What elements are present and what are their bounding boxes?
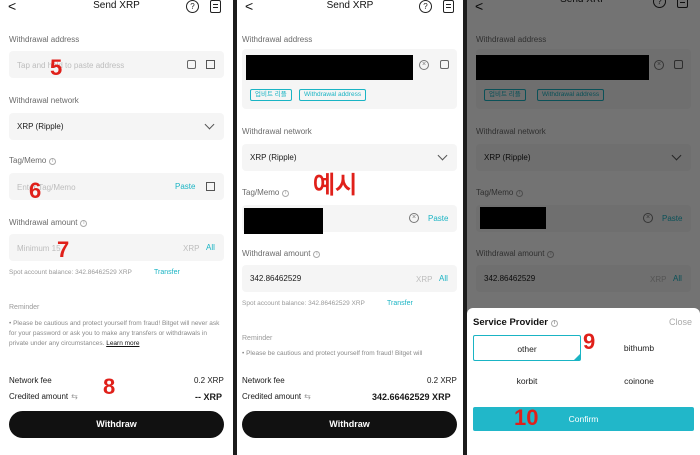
transfer-link[interactable]: Transfer — [387, 300, 413, 307]
clear-icon[interactable]: × — [409, 213, 419, 223]
tag-memo-label: Tag/Memoi — [242, 188, 290, 197]
credited-amount-label: Credited amount ⇆ — [9, 392, 78, 401]
withdraw-button[interactable]: Withdraw — [242, 411, 457, 438]
info-icon: i — [551, 320, 558, 327]
redacted-tag — [244, 208, 323, 234]
header: < Send XRP ? — [0, 0, 233, 16]
confirm-button[interactable]: Confirm — [473, 407, 694, 431]
info-icon: i — [282, 190, 290, 197]
reminder-title: Reminder — [9, 304, 40, 311]
withdrawal-address-label: Withdrawal address — [9, 35, 80, 44]
amount-value: 342.86462529 — [250, 274, 302, 283]
annotation-9: 9 — [583, 329, 596, 354]
address-input[interactable]: × 업비트 리플 Withdrawal address — [242, 49, 457, 109]
paste-button[interactable]: Paste — [175, 182, 195, 191]
provider-option-other[interactable]: other — [473, 335, 581, 361]
panel-service-provider: < Send XRP ? Withdrawal address × 업비트 리플… — [467, 0, 700, 455]
annotation-7: 7 — [57, 237, 70, 262]
withdrawal-network-label: Withdrawal network — [9, 96, 79, 105]
info-icon: i — [313, 251, 321, 258]
tag-input[interactable]: × Paste — [242, 205, 457, 234]
chevron-down-icon — [204, 119, 215, 130]
withdrawal-address-label: Withdrawal address — [242, 35, 313, 44]
address-input[interactable]: Tap and hold to paste address — [9, 51, 224, 78]
withdrawal-amount-label: Withdrawal amounti — [9, 218, 88, 227]
close-button[interactable]: Close — [669, 317, 692, 327]
annotation-8: 8 — [103, 374, 116, 399]
scan-icon[interactable] — [206, 182, 215, 191]
service-provider-title: Service Provider i — [473, 317, 558, 328]
tag-placeholder: Enter Tag/Memo — [17, 183, 76, 192]
address-book-icon[interactable] — [187, 60, 196, 69]
panel-empty-form: < Send XRP ? Withdrawal address Tap and … — [0, 0, 233, 455]
screenshot-composite: < Send XRP ? Withdrawal address Tap and … — [0, 0, 700, 455]
amount-input[interactable]: 342.86462529 XRP All — [242, 265, 457, 292]
credited-amount-value: 342.66462529 XRP — [372, 392, 451, 402]
panel-filled-example: < Send XRP ? Withdrawal address × 업비트 리플… — [237, 0, 463, 455]
balance-text: Spot account balance: 342.86462529 XRP — [242, 300, 365, 307]
tag-input[interactable]: Enter Tag/Memo Paste — [9, 173, 224, 200]
swap-icon: ⇆ — [71, 392, 78, 401]
record-icon[interactable] — [210, 0, 221, 13]
record-icon[interactable] — [443, 0, 454, 13]
paste-button[interactable]: Paste — [428, 214, 448, 223]
network-value: XRP (Ripple) — [250, 153, 297, 162]
provider-option-korbit[interactable]: korbit — [473, 368, 581, 394]
all-button[interactable]: All — [439, 274, 448, 283]
network-select[interactable]: XRP (Ripple) — [9, 113, 224, 140]
reminder-title: Reminder — [242, 335, 273, 342]
help-icon[interactable]: ? — [186, 0, 199, 13]
network-fee-value: 0.2 XRP — [427, 376, 457, 385]
annotation-5: 5 — [50, 55, 63, 80]
header: < Send XRP ? — [237, 0, 463, 16]
help-icon[interactable]: ? — [419, 0, 432, 13]
clear-icon[interactable]: × — [419, 60, 429, 70]
chevron-down-icon — [437, 150, 448, 161]
saved-address-tag-upbit[interactable]: 업비트 리플 — [250, 89, 292, 101]
tag-memo-label: Tag/Memoi — [9, 156, 57, 165]
amount-unit: XRP — [183, 244, 200, 253]
amount-unit: XRP — [416, 275, 433, 284]
provider-option-bithumb[interactable]: bithumb — [585, 335, 693, 361]
info-icon: i — [80, 220, 88, 227]
reminder-text: • Please be cautious and protect yoursel… — [242, 350, 423, 357]
learn-more-link[interactable]: Learn more — [106, 340, 139, 347]
address-book-icon[interactable] — [440, 60, 449, 69]
amount-input[interactable]: Minimum 15 XRP All — [9, 234, 224, 261]
network-fee-label: Network fee — [9, 376, 52, 385]
provider-option-coinone[interactable]: coinone — [585, 368, 693, 394]
all-button[interactable]: All — [206, 243, 215, 252]
swap-icon: ⇆ — [304, 392, 311, 401]
redacted-address — [246, 55, 413, 80]
withdrawal-network-label: Withdrawal network — [242, 127, 312, 136]
scan-icon[interactable] — [206, 60, 215, 69]
credited-amount-value: -- XRP — [195, 392, 222, 402]
annotation-6: 6 — [29, 178, 42, 203]
info-icon: i — [49, 158, 57, 165]
network-fee-value: 0.2 XRP — [194, 376, 224, 385]
network-select[interactable]: XRP (Ripple) — [242, 144, 457, 171]
withdraw-button[interactable]: Withdraw — [9, 411, 224, 438]
withdrawal-amount-label: Withdrawal amounti — [242, 249, 321, 258]
reminder-text: • Please be cautious and protect yoursel… — [9, 320, 220, 347]
balance-text: Spot account balance: 342.86462529 XRP — [9, 269, 132, 276]
service-provider-sheet: Service Provider i Close other bithumb ko… — [467, 308, 700, 455]
network-fee-label: Network fee — [242, 376, 285, 385]
credited-amount-label: Credited amount ⇆ — [242, 392, 311, 401]
saved-address-tag-withdrawal[interactable]: Withdrawal address — [299, 89, 367, 101]
transfer-link[interactable]: Transfer — [154, 269, 180, 276]
annotation-example: 예시 — [313, 172, 358, 199]
annotation-10: 10 — [514, 405, 539, 430]
network-value: XRP (Ripple) — [17, 122, 64, 131]
address-placeholder: Tap and hold to paste address — [17, 61, 125, 70]
amount-placeholder: Minimum 15 — [17, 244, 61, 253]
